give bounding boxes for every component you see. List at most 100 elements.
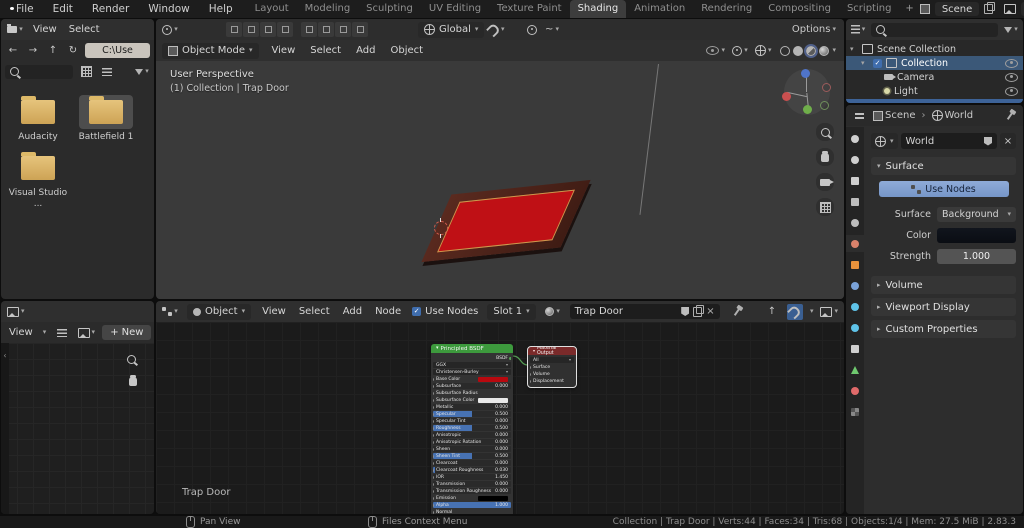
- workspace-tab-shading[interactable]: Shading: [569, 0, 627, 18]
- material-slot-dropdown[interactable]: Slot 1 ▾: [487, 303, 536, 320]
- shading-solid-icon[interactable]: [793, 45, 804, 56]
- workspace-tab-rendering[interactable]: Rendering: [693, 0, 760, 18]
- properties-tab-particles[interactable]: [846, 301, 864, 312]
- tool-settings-toggle-icon[interactable]: [243, 22, 259, 37]
- outliner-row-light[interactable]: Light: [846, 84, 1023, 98]
- node-input-sheen[interactable]: Sheen 0.000: [433, 446, 511, 452]
- gizmo-z-axis[interactable]: [801, 69, 810, 78]
- panel-volume[interactable]: ▸ Volume: [871, 276, 1016, 294]
- file-menu-select[interactable]: Select: [67, 24, 102, 35]
- gizmo-y-axis-neg[interactable]: [820, 101, 829, 110]
- workspace-tab-modeling[interactable]: Modeling: [297, 0, 359, 18]
- node-input-roughness[interactable]: Roughness 0.500: [433, 425, 511, 431]
- outliner-search-input[interactable]: [871, 22, 998, 37]
- color-swatch[interactable]: [478, 397, 508, 403]
- viewport-menu-object[interactable]: Object: [388, 45, 425, 56]
- menu-help[interactable]: Help: [207, 3, 235, 15]
- editor-type-properties[interactable]: [851, 108, 867, 124]
- display-mode-thumbnails-icon[interactable]: [78, 64, 94, 80]
- workspace-tab-animation[interactable]: Animation: [626, 0, 693, 18]
- file-menu-view[interactable]: View: [31, 24, 59, 35]
- add-workspace-button[interactable]: +: [899, 0, 919, 18]
- node-input-anisotropic-rotation[interactable]: Anisotropic Rotation 0.000: [433, 439, 511, 445]
- node-collapse-icon[interactable]: ▾: [436, 346, 439, 351]
- image-browse-button[interactable]: ▾: [77, 325, 95, 341]
- properties-tab-material[interactable]: [846, 385, 864, 396]
- node-input-anisotropic[interactable]: Anisotropic 0.000: [433, 432, 511, 438]
- breadcrumb-world[interactable]: World: [931, 108, 973, 124]
- pin-id-button[interactable]: [1002, 108, 1018, 124]
- properties-tab-object-data[interactable]: [846, 364, 864, 375]
- image-hand-icon[interactable]: [125, 373, 141, 389]
- viewport-menu-select[interactable]: Select: [308, 45, 343, 56]
- world-name-field[interactable]: World: [900, 133, 997, 149]
- surface-dropdown[interactable]: Background ▾: [937, 207, 1016, 222]
- file-folder-visual-studio[interactable]: Visual Studio ...: [7, 151, 69, 210]
- toggle-ortho-icon[interactable]: [816, 198, 834, 216]
- menu-file[interactable]: File: [14, 3, 36, 15]
- tool-settings-toggle-icon[interactable]: [318, 22, 334, 37]
- node-input-specular[interactable]: Specular 0.500: [433, 411, 511, 417]
- menu-render[interactable]: Render: [90, 3, 131, 15]
- proportional-falloff-button[interactable]: ~ ▾: [544, 22, 560, 38]
- show-gizmo-button[interactable]: ▾: [732, 43, 748, 59]
- move-view-hand-icon[interactable]: [816, 148, 834, 166]
- fake-user-shield-icon[interactable]: [681, 307, 690, 316]
- fake-user-shield-icon[interactable]: [984, 136, 992, 146]
- eye-visibility-icon[interactable]: [1005, 72, 1018, 82]
- tool-settings-toggle-icon[interactable]: [226, 22, 242, 37]
- color-swatch[interactable]: [478, 376, 508, 382]
- back-button[interactable]: ←: [5, 43, 21, 59]
- node-input-base-color[interactable]: Base Color: [433, 376, 511, 382]
- shader-menu-view[interactable]: View: [260, 306, 288, 317]
- use-nodes-toggle[interactable]: ✓ Use Nodes: [412, 306, 478, 317]
- disclosure-icon[interactable]: ▾: [850, 45, 858, 53]
- bsdf-to-output-link[interactable]: [512, 355, 529, 366]
- outliner-row-collection[interactable]: ▾ ✓ Collection: [846, 56, 1023, 70]
- active-tool-button[interactable]: ▾: [162, 22, 178, 38]
- output-input-volume[interactable]: Volume: [530, 371, 574, 377]
- image-editor-canvas[interactable]: ‹: [1, 343, 154, 514]
- shader-menu-select[interactable]: Select: [297, 306, 332, 317]
- workspace-tab-layout[interactable]: Layout: [247, 0, 297, 18]
- shader-menu-add[interactable]: Add: [341, 306, 364, 317]
- display-mode-list-icon[interactable]: [99, 64, 115, 80]
- shader-overlays-button[interactable]: ▾: [820, 304, 838, 320]
- light-object-line[interactable]: [639, 63, 659, 215]
- forward-button[interactable]: →: [25, 43, 41, 59]
- menu-window[interactable]: Window: [146, 3, 191, 15]
- tool-settings-toggle-icon[interactable]: [301, 22, 317, 37]
- properties-tab-modifiers[interactable]: [846, 280, 864, 291]
- viewport-menu-add[interactable]: Add: [354, 45, 377, 56]
- workspace-tab-sculpting[interactable]: Sculpting: [358, 0, 421, 18]
- distribution-dropdown[interactable]: GGX ▾: [433, 362, 511, 368]
- zoom-icon[interactable]: [816, 123, 834, 141]
- collection-checkbox-icon[interactable]: ✓: [873, 58, 882, 68]
- material-name-field[interactable]: Trap Door ×: [569, 304, 720, 319]
- node-collapse-icon[interactable]: ▾: [533, 349, 535, 353]
- proportional-editing-button[interactable]: [524, 22, 540, 38]
- tool-settings-toggle-icon[interactable]: [335, 22, 351, 37]
- properties-tab-texture[interactable]: [846, 406, 864, 417]
- node-canvas[interactable]: ▾ Principled BSDF BSDF GGX ▾ Christensen…: [156, 322, 844, 514]
- disclosure-icon[interactable]: ▾: [861, 59, 869, 67]
- properties-tab-output[interactable]: [846, 175, 864, 186]
- surface-panel-header[interactable]: ▾ Surface: [871, 157, 1016, 175]
- up-directory-button[interactable]: ↑: [45, 43, 61, 59]
- subsurface-method-dropdown[interactable]: Christensen-Burley ▾: [433, 369, 511, 375]
- node-input-emission[interactable]: Emission: [433, 495, 511, 501]
- eye-visibility-icon[interactable]: [1005, 58, 1018, 68]
- node-input-alpha[interactable]: Alpha 1.000: [433, 502, 511, 508]
- workspace-tab-texture-paint[interactable]: Texture Paint: [489, 0, 570, 18]
- workspace-tab-scripting[interactable]: Scripting: [839, 0, 899, 18]
- mode-dropdown[interactable]: Object Mode ▾: [162, 42, 259, 59]
- file-search-input[interactable]: [5, 64, 73, 79]
- node-principled-bsdf[interactable]: ▾ Principled BSDF BSDF GGX ▾ Christensen…: [431, 344, 513, 514]
- shading-rendered-icon[interactable]: [819, 45, 830, 56]
- node-input-sheen-tint[interactable]: Sheen Tint 0.500: [433, 453, 511, 459]
- color-swatch[interactable]: [478, 495, 508, 501]
- workspace-tab-compositing[interactable]: Compositing: [760, 0, 839, 18]
- show-overlays-button[interactable]: ▾: [754, 43, 771, 59]
- outliner-row-scene-collection[interactable]: ▾ Scene Collection: [846, 42, 1023, 56]
- properties-tab-constraints[interactable]: [846, 343, 864, 354]
